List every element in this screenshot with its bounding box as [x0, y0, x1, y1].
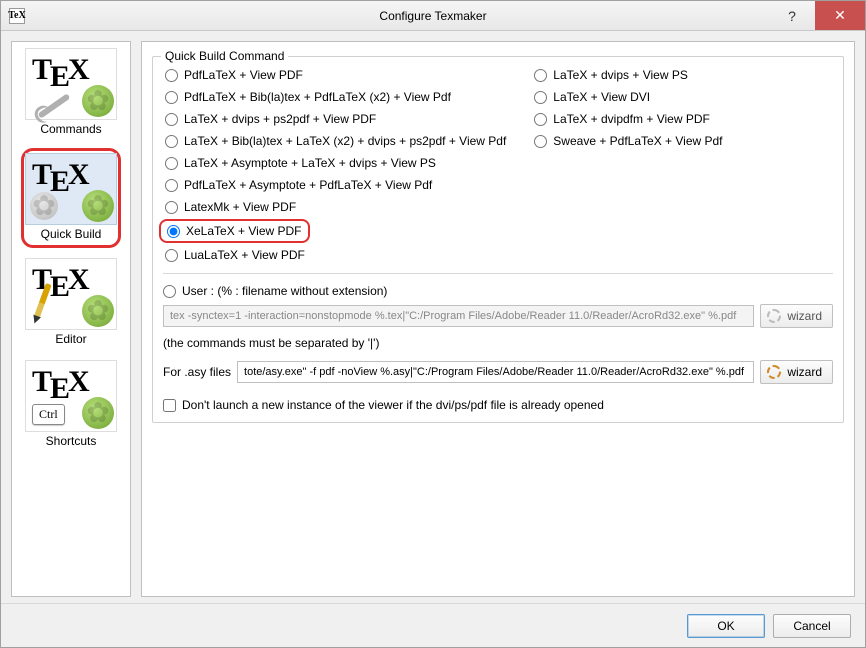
radio-input[interactable]	[165, 69, 178, 82]
gear-icon	[82, 295, 114, 327]
radio-option[interactable]: PdfLaTeX + Asymptote + PdfLaTeX + View P…	[163, 177, 508, 193]
ok-button[interactable]: OK	[687, 614, 765, 638]
titlebar: TeX Configure Texmaker ? ✕	[1, 1, 865, 31]
wrench-icon	[38, 93, 71, 119]
radio-option[interactable]: PdfLaTeX + View PDF	[163, 67, 508, 83]
radio-option[interactable]: LaTeX + Asymptote + LaTeX + dvips + View…	[163, 155, 508, 171]
gear-grey-icon	[30, 192, 58, 220]
radio-input[interactable]	[534, 135, 547, 148]
sidebar-item-editor[interactable]: TEX Editor	[21, 256, 121, 350]
radio-column-2: LaTeX + dvips + View PS LaTeX + View DVI…	[532, 67, 724, 263]
sidebar-item-commands[interactable]: TEX Commands	[21, 46, 121, 140]
radio-input[interactable]	[534, 91, 547, 104]
gear-icon	[82, 85, 114, 117]
radio-option[interactable]: LaTeX + dvipdfm + View PDF	[532, 111, 724, 127]
wizard-icon	[767, 365, 781, 379]
dont-launch-checkbox[interactable]	[163, 399, 176, 412]
radio-label: Sweave + PdfLaTeX + View Pdf	[553, 134, 722, 148]
radio-label: LaTeX + dvipdfm + View PDF	[553, 112, 710, 126]
ctrl-key-icon: Ctrl	[32, 404, 65, 425]
window-buttons: ? ✕	[769, 1, 865, 30]
app-icon: TeX	[9, 8, 25, 24]
radio-input[interactable]	[165, 135, 178, 148]
radio-label: PdfLaTeX + Bib(la)tex + PdfLaTeX (x2) + …	[184, 90, 451, 104]
quick-build-group: Quick Build Command PdfLaTeX + View PDF …	[152, 56, 844, 423]
sidebar-item-label: Shortcuts	[46, 434, 97, 448]
cancel-button[interactable]: Cancel	[773, 614, 851, 638]
radio-label: LuaLaTeX + View PDF	[184, 248, 305, 262]
radio-input[interactable]	[534, 69, 547, 82]
radio-option-selected[interactable]: XeLaTeX + View PDF	[159, 219, 310, 243]
help-button[interactable]: ?	[769, 1, 815, 30]
sidebar-item-shortcuts[interactable]: TEX Ctrl Shortcuts	[21, 358, 121, 452]
radio-option[interactable]: LuaLaTeX + View PDF	[163, 247, 508, 263]
gear-icon	[82, 190, 114, 222]
radio-input[interactable]	[165, 249, 178, 262]
quickbuild-icon: TEX	[25, 153, 117, 225]
window-title: Configure Texmaker	[1, 9, 865, 23]
main-panel: Quick Build Command PdfLaTeX + View PDF …	[141, 41, 855, 597]
sidebar-item-label: Quick Build	[41, 227, 102, 241]
dont-launch-row[interactable]: Don't launch a new instance of the viewe…	[163, 398, 833, 412]
radio-option[interactable]: PdfLaTeX + Bib(la)tex + PdfLaTeX (x2) + …	[163, 89, 508, 105]
user-command-input[interactable]	[163, 305, 754, 327]
separator	[163, 273, 833, 274]
radio-label: PdfLaTeX + Asymptote + PdfLaTeX + View P…	[184, 178, 432, 192]
radio-option[interactable]: Sweave + PdfLaTeX + View Pdf	[532, 133, 724, 149]
sidebar-item-quick-build[interactable]: TEX Quick Build	[21, 148, 121, 248]
radio-option[interactable]: LatexMk + View PDF	[163, 199, 508, 215]
user-command-radio-row[interactable]: User : (% : filename without extension)	[163, 284, 833, 298]
dialog-footer: OK Cancel	[1, 603, 865, 647]
wizard-label: wizard	[787, 309, 822, 323]
radio-label: LaTeX + dvips + View PS	[553, 68, 688, 82]
user-wizard-button[interactable]: wizard	[760, 304, 833, 328]
dialog-window: TeX Configure Texmaker ? ✕ TEX Commands …	[0, 0, 866, 648]
asy-label: For .asy files	[163, 365, 231, 379]
radio-option[interactable]: LaTeX + dvips + ps2pdf + View PDF	[163, 111, 508, 127]
radio-input[interactable]	[165, 179, 178, 192]
user-label: User : (% : filename without extension)	[182, 284, 387, 298]
radio-input[interactable]	[165, 91, 178, 104]
commands-icon: TEX	[25, 48, 117, 120]
asy-wizard-button[interactable]: wizard	[760, 360, 833, 384]
shortcuts-icon: TEX Ctrl	[25, 360, 117, 432]
radio-label: LaTeX + View DVI	[553, 90, 650, 104]
radio-input[interactable]	[534, 113, 547, 126]
radio-option[interactable]: LaTeX + View DVI	[532, 89, 724, 105]
radio-column-1: PdfLaTeX + View PDF PdfLaTeX + Bib(la)te…	[163, 67, 508, 263]
editor-icon: TEX	[25, 258, 117, 330]
radio-label: LaTeX + Bib(la)tex + LaTeX (x2) + dvips …	[184, 134, 506, 148]
radio-input[interactable]	[165, 157, 178, 170]
radio-label: LaTeX + Asymptote + LaTeX + dvips + View…	[184, 156, 436, 170]
wizard-icon	[767, 309, 781, 323]
asy-command-input[interactable]	[237, 361, 754, 383]
radio-option[interactable]: LaTeX + dvips + View PS	[532, 67, 724, 83]
sidebar-item-label: Editor	[55, 332, 86, 346]
group-title: Quick Build Command	[161, 49, 288, 63]
radio-label: PdfLaTeX + View PDF	[184, 68, 303, 82]
sidebar-item-label: Commands	[40, 122, 101, 136]
radio-input[interactable]	[163, 285, 176, 298]
radio-label: XeLaTeX + View PDF	[186, 224, 302, 238]
gear-icon	[82, 397, 114, 429]
wizard-label: wizard	[787, 365, 822, 379]
separator-hint: (the commands must be separated by '|')	[163, 336, 833, 350]
radio-option[interactable]: LaTeX + Bib(la)tex + LaTeX (x2) + dvips …	[163, 133, 508, 149]
radio-input[interactable]	[165, 201, 178, 214]
dont-launch-label: Don't launch a new instance of the viewe…	[182, 398, 604, 412]
radio-input[interactable]	[167, 225, 180, 238]
radio-input[interactable]	[165, 113, 178, 126]
radio-label: LaTeX + dvips + ps2pdf + View PDF	[184, 112, 376, 126]
close-button[interactable]: ✕	[815, 1, 865, 30]
radio-label: LatexMk + View PDF	[184, 200, 296, 214]
sidebar: TEX Commands TEX Quick Build TEX	[11, 41, 131, 597]
